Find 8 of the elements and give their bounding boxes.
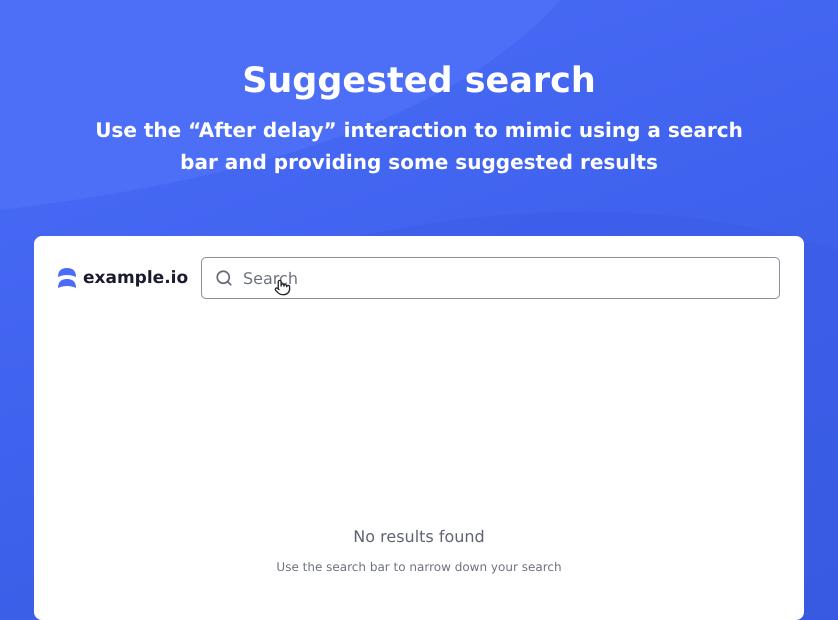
logo-text: example.io [83, 268, 188, 288]
page-subtitle: Use the “After delay” interaction to mimic using a search bar and providing some suggested results [94, 117, 744, 176]
search-icon [215, 269, 233, 287]
logo-icon [58, 267, 76, 289]
page-title: Suggested search [242, 60, 596, 103]
empty-message: Use the search bar to narrow down your search [276, 560, 562, 574]
search-field[interactable]: Search [201, 257, 780, 299]
empty-title: No results found [353, 527, 485, 546]
